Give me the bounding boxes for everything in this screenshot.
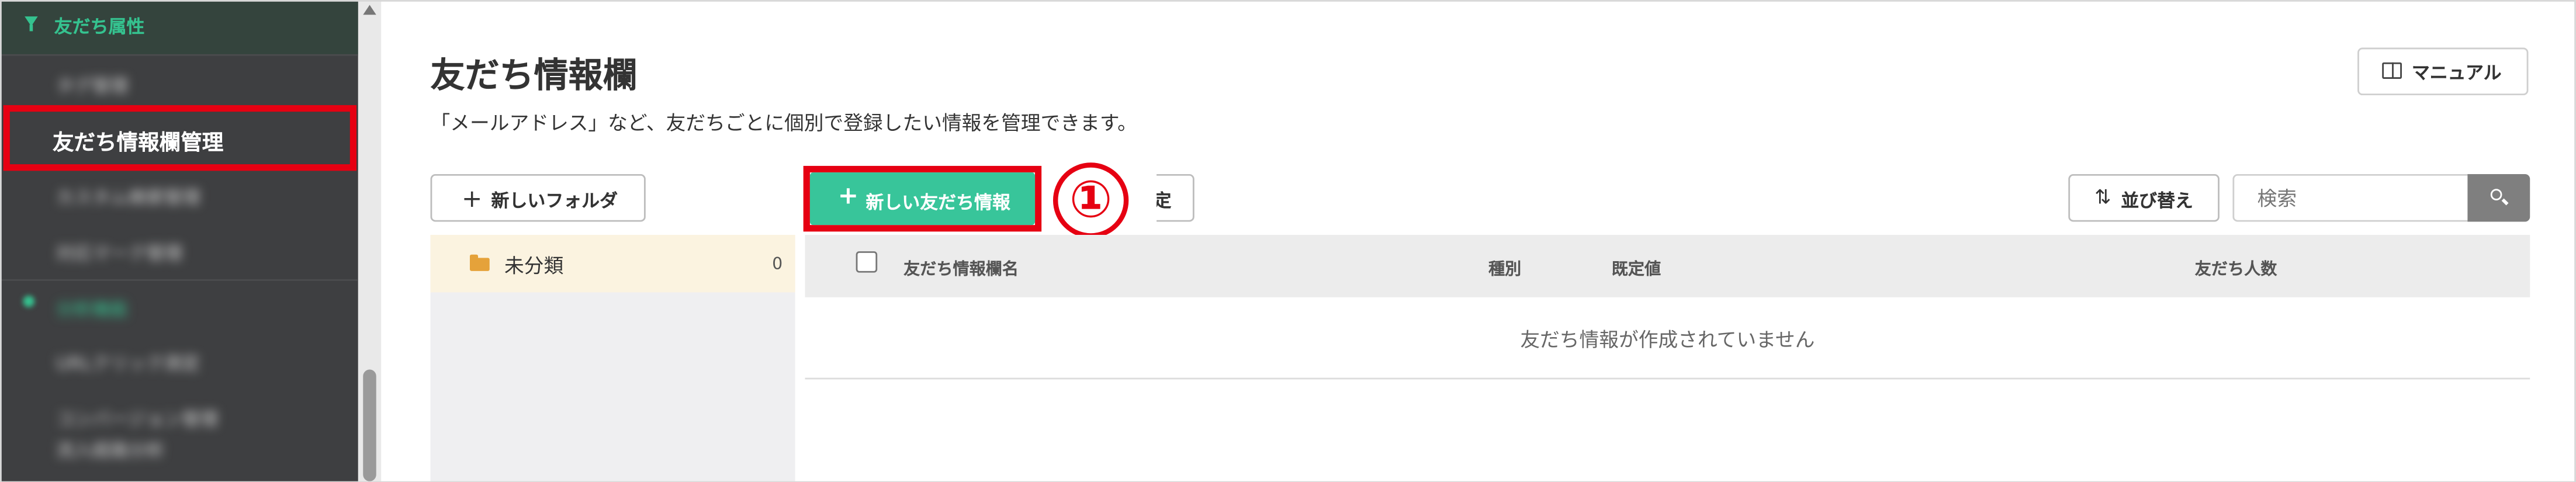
folder-icon	[470, 258, 490, 271]
page-title: 友だち情報欄	[430, 56, 638, 96]
book-icon-spine	[2392, 62, 2394, 79]
sidebar-item-conversion[interactable]: コンバージョン管理	[56, 405, 219, 432]
manual-button-label: マニュアル	[2411, 62, 2502, 84]
column-header-default[interactable]: 既定値	[1612, 255, 1661, 279]
folder-name: 未分類	[504, 254, 564, 278]
step-callout-number: ①	[1052, 162, 1129, 238]
column-header-name[interactable]: 友だち情報欄名	[903, 255, 1019, 279]
scroll-up-icon[interactable]	[363, 5, 376, 15]
column-header-type[interactable]: 種別	[1488, 255, 1521, 279]
empty-state-message: 友だち情報が作成されていません	[1520, 328, 1815, 352]
sidebar-item-inflow[interactable]: 流入経路分析	[56, 437, 165, 463]
sidebar-section-label: 友だち属性	[54, 16, 145, 38]
search-icon	[2490, 189, 2502, 200]
sidebar-item-friend-info[interactable]: 友だち情報欄管理	[53, 125, 223, 156]
sidebar-item-url-click[interactable]: URLクリック測定	[56, 350, 200, 376]
page-description: 「メールアドレス」など、友だちごとに個別で登録したい情報を管理できます。	[430, 112, 1137, 135]
scrollbar-thumb[interactable]	[363, 369, 376, 481]
sidebar-item-marks[interactable]: 対応マーク管理	[56, 240, 182, 266]
sidebar-item-tags[interactable]: タグ管理	[56, 72, 129, 99]
filter-icon-stem	[29, 25, 33, 32]
sort-icon: ⇅	[2094, 185, 2111, 209]
new-folder-label: 新しいフォルダ	[491, 190, 618, 212]
new-friend-info-label: 新しい友だち情報	[865, 192, 1010, 214]
folder-count: 0	[772, 256, 783, 275]
plus-icon: +	[837, 181, 859, 210]
sidebar-item-custom-search[interactable]: カスタム検索管理	[56, 184, 200, 210]
select-all-checkbox[interactable]	[856, 251, 878, 273]
column-header-friend-count[interactable]: 友だち人数	[2195, 255, 2277, 279]
sidebar-divider	[0, 279, 358, 281]
search-input[interactable]	[2232, 174, 2471, 222]
sort-button-label: 並び替え	[2121, 190, 2193, 212]
sidebar-section-analytics[interactable]: 分析機能	[56, 296, 129, 322]
table-divider	[805, 377, 2530, 380]
plus-icon: +	[461, 183, 483, 214]
sidebar-divider	[0, 54, 358, 56]
analytics-icon	[23, 296, 35, 307]
